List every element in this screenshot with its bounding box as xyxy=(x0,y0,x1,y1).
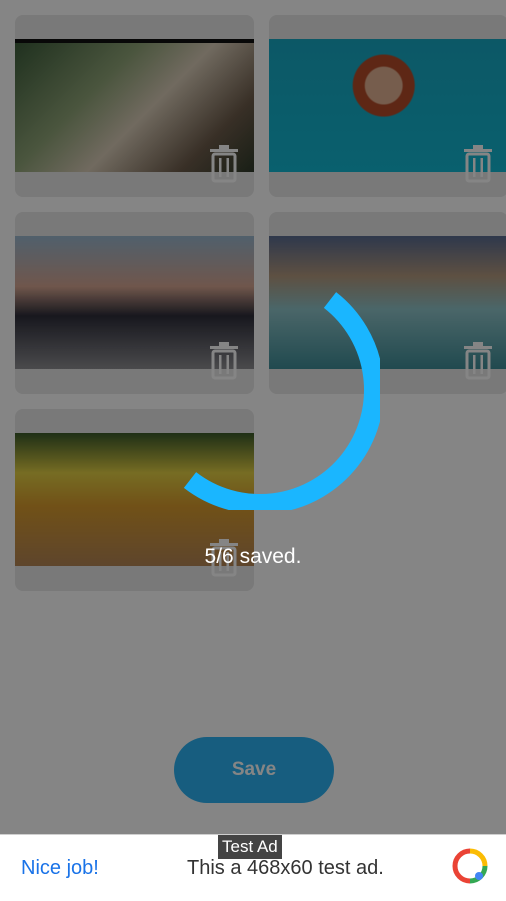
ad-banner[interactable]: Test Ad Nice job! This a 468x60 test ad. xyxy=(0,834,506,901)
progress-overlay: 5/6 saved. xyxy=(0,0,506,834)
progress-spinner xyxy=(183,292,380,510)
test-ad-badge: Test Ad xyxy=(218,835,282,859)
ad-choices-logo-icon[interactable] xyxy=(452,848,488,884)
ad-left-text[interactable]: Nice job! xyxy=(21,857,99,880)
ad-main-text[interactable]: This a 468x60 test ad. xyxy=(187,857,384,880)
progress-status-text: 5/6 saved. xyxy=(204,545,302,568)
